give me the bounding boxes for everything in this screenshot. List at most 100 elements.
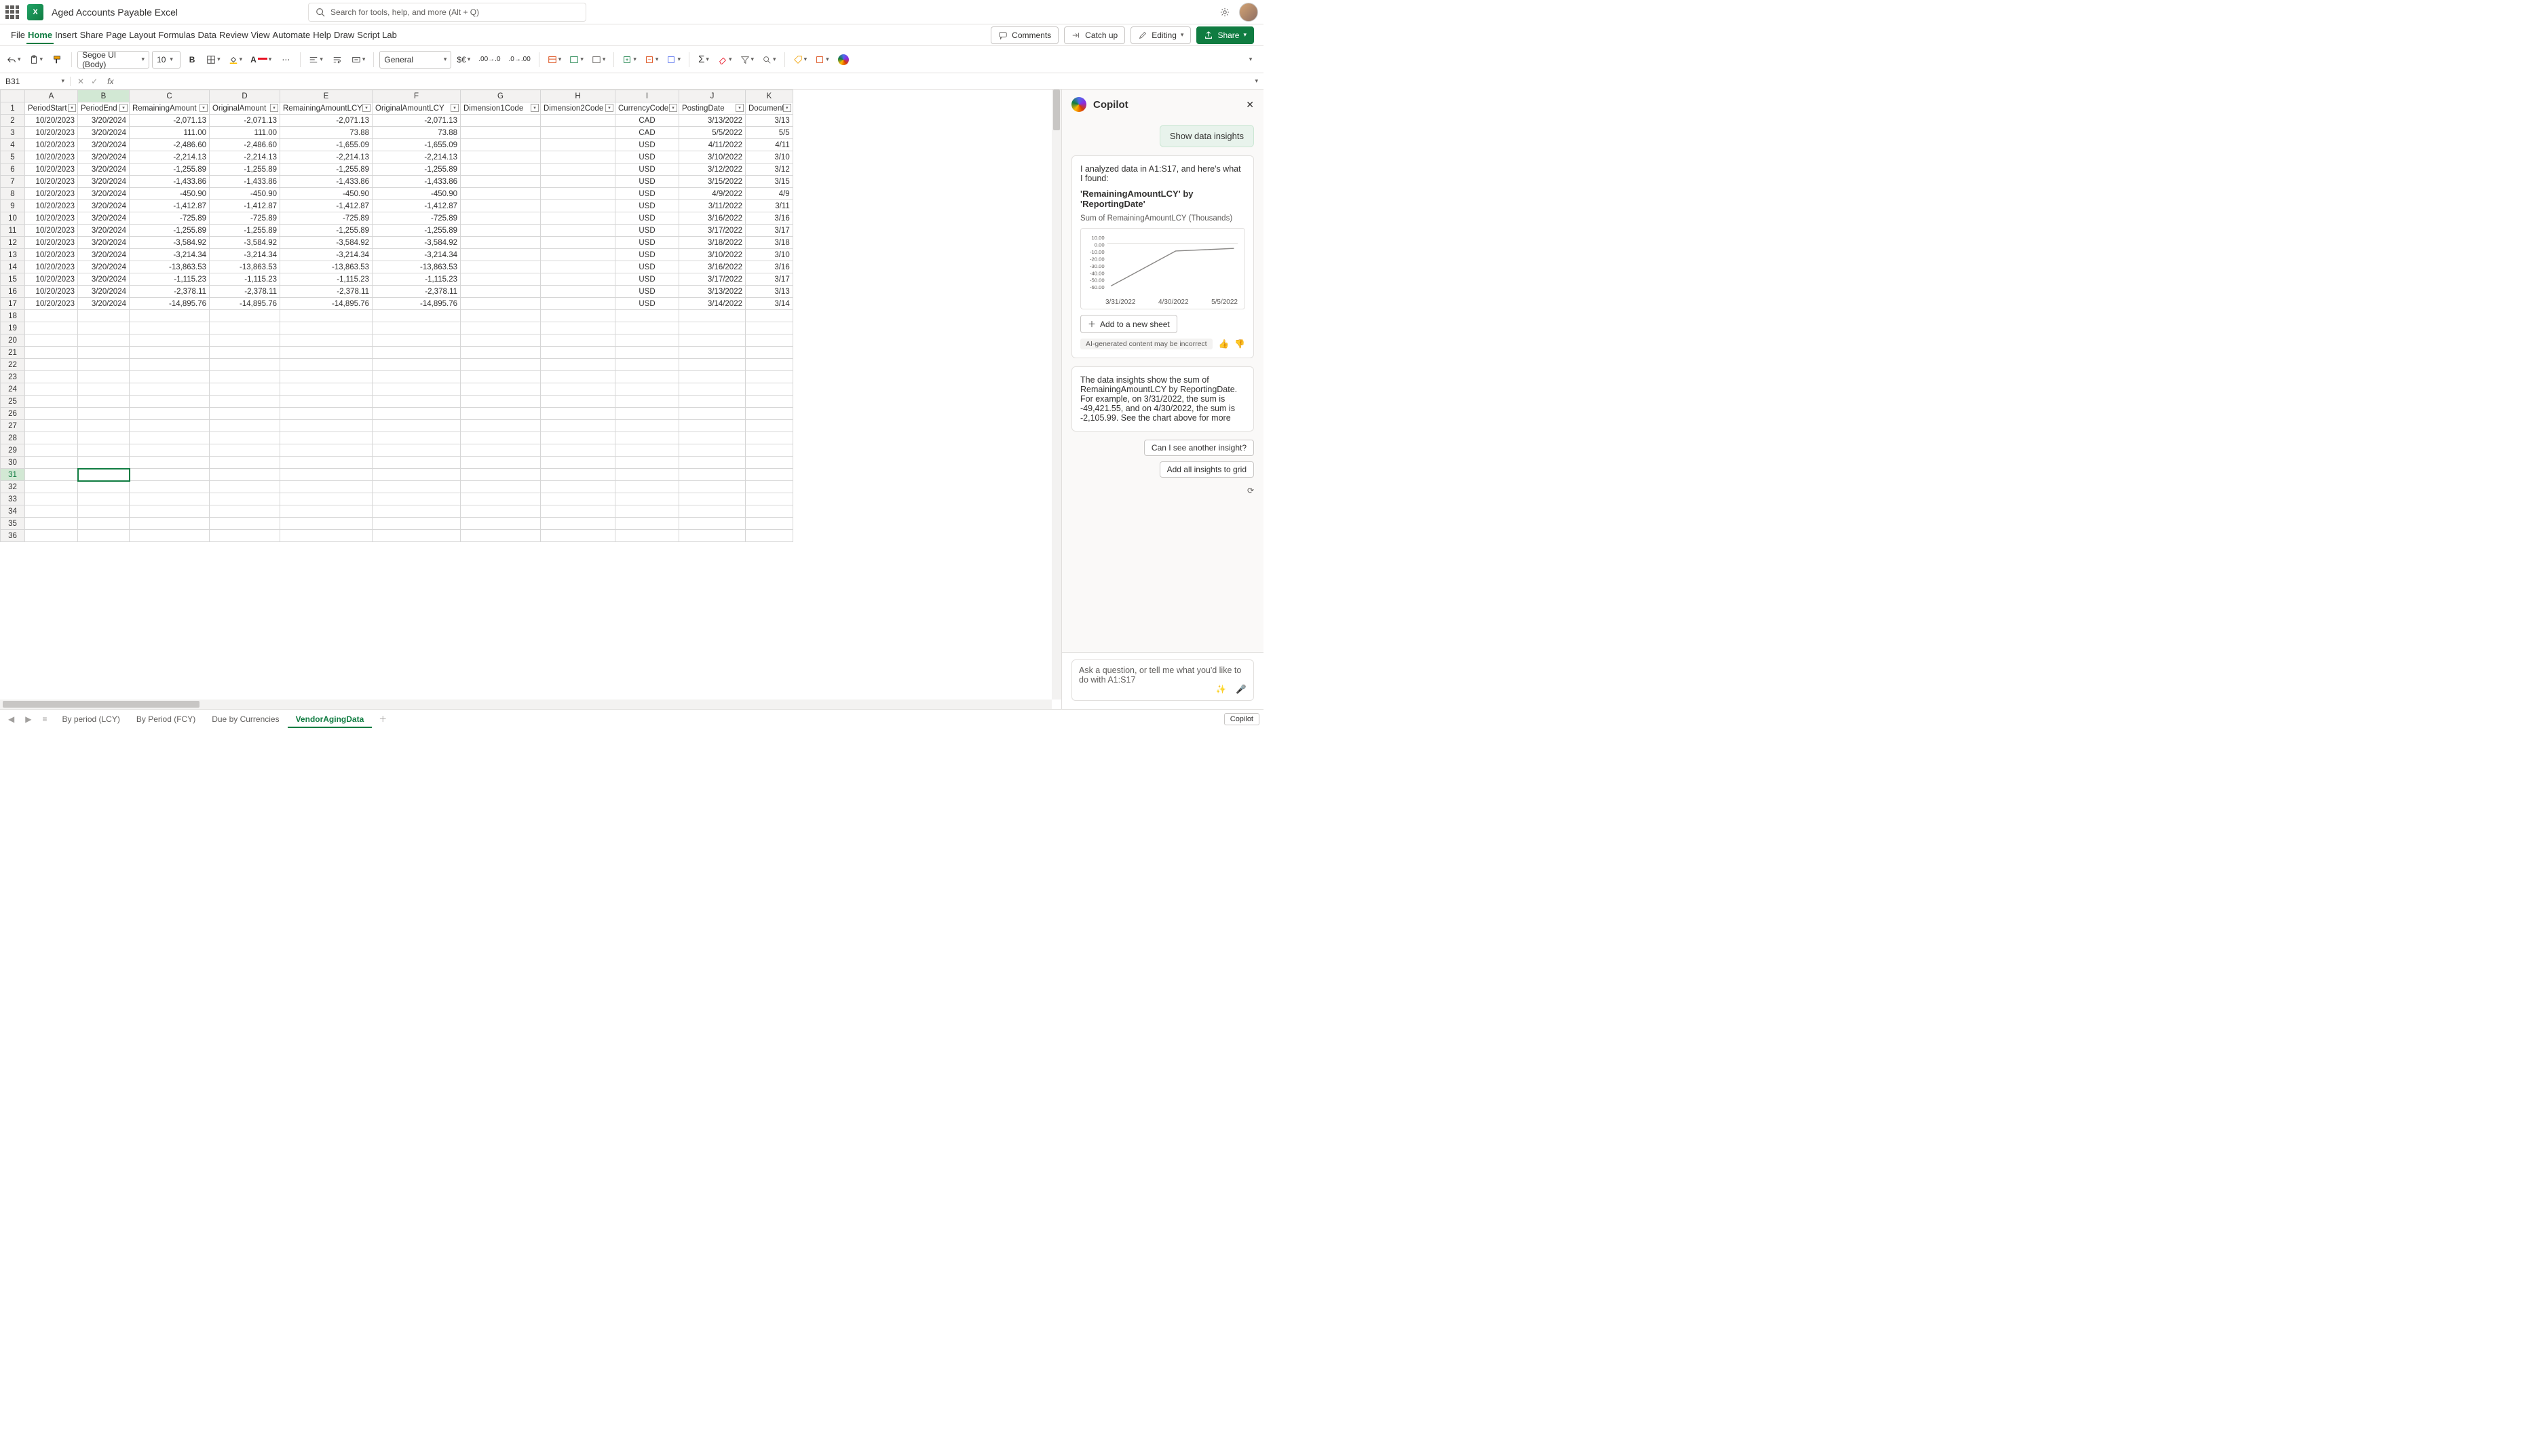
cell-K24[interactable]	[746, 383, 793, 396]
cell-E4[interactable]: -1,655.09	[280, 139, 373, 151]
cell-J29[interactable]	[679, 444, 746, 457]
cell-E11[interactable]: -1,255.89	[280, 225, 373, 237]
cell-D35[interactable]	[210, 518, 280, 530]
col-header-C[interactable]: C	[130, 90, 210, 102]
format-painter-button[interactable]	[48, 50, 66, 69]
row-header-31[interactable]: 31	[1, 469, 25, 481]
microphone-icon[interactable]: 🎤	[1236, 685, 1247, 695]
cell-A32[interactable]	[25, 481, 78, 493]
cell-F19[interactable]	[373, 322, 461, 334]
cell-B14[interactable]: 3/20/2024	[78, 261, 130, 273]
cell-F3[interactable]: 73.88	[373, 127, 461, 139]
cell-J7[interactable]: 3/15/2022	[679, 176, 746, 188]
catchup-button[interactable]: Catch up	[1064, 26, 1125, 44]
cell-J34[interactable]	[679, 505, 746, 518]
cell-A26[interactable]	[25, 408, 78, 420]
vertical-scrollbar[interactable]	[1052, 90, 1061, 700]
cell-J6[interactable]: 3/12/2022	[679, 164, 746, 176]
row-header-3[interactable]: 3	[1, 127, 25, 139]
cell-D31[interactable]	[210, 469, 280, 481]
cell-C6[interactable]: -1,255.89	[130, 164, 210, 176]
cell-A27[interactable]	[25, 420, 78, 432]
menu-script-lab[interactable]: Script Lab	[356, 27, 398, 43]
ribbon-expand-button[interactable]: ▾	[1242, 50, 1259, 69]
cell-F18[interactable]	[373, 310, 461, 322]
row-header-5[interactable]: 5	[1, 151, 25, 164]
cell-D10[interactable]: -725.89	[210, 212, 280, 225]
cell-B10[interactable]: 3/20/2024	[78, 212, 130, 225]
cell-B31[interactable]	[78, 469, 130, 481]
cell-H15[interactable]	[541, 273, 615, 286]
document-title[interactable]: Aged Accounts Payable Excel	[52, 7, 178, 18]
cell-A19[interactable]	[25, 322, 78, 334]
cell-G27[interactable]	[461, 420, 541, 432]
cell-K3[interactable]: 5/5	[746, 127, 793, 139]
editing-mode-button[interactable]: Editing▾	[1130, 26, 1191, 44]
row-header-1[interactable]: 1	[1, 102, 25, 115]
cell-H36[interactable]	[541, 530, 615, 542]
row-header-28[interactable]: 28	[1, 432, 25, 444]
cell-E27[interactable]	[280, 420, 373, 432]
cell-D24[interactable]	[210, 383, 280, 396]
cell-A3[interactable]: 10/20/2023	[25, 127, 78, 139]
cell-D25[interactable]	[210, 396, 280, 408]
cell-A16[interactable]: 10/20/2023	[25, 286, 78, 298]
name-box[interactable]: B31▾	[0, 77, 71, 86]
filter-icon[interactable]: ▾	[270, 104, 278, 112]
cell-E33[interactable]	[280, 493, 373, 505]
cell-K8[interactable]: 4/9	[746, 188, 793, 200]
cell-C9[interactable]: -1,412.87	[130, 200, 210, 212]
cell-C25[interactable]	[130, 396, 210, 408]
cell-E20[interactable]	[280, 334, 373, 347]
addins-button[interactable]: ▾	[812, 50, 832, 69]
cell-D17[interactable]: -14,895.76	[210, 298, 280, 310]
cell-I5[interactable]: USD	[615, 151, 679, 164]
cell-D30[interactable]	[210, 457, 280, 469]
copilot-status-badge[interactable]: Copilot	[1224, 713, 1259, 725]
sensitivity-button[interactable]: ▾	[791, 50, 810, 69]
row-header-6[interactable]: 6	[1, 164, 25, 176]
conditional-format-button[interactable]: ▾	[545, 50, 565, 69]
cell-D8[interactable]: -450.90	[210, 188, 280, 200]
cell-E22[interactable]	[280, 359, 373, 371]
cell-B36[interactable]	[78, 530, 130, 542]
cell-G17[interactable]	[461, 298, 541, 310]
cell-B2[interactable]: 3/20/2024	[78, 115, 130, 127]
scroll-thumb[interactable]	[3, 701, 200, 708]
table-header-cell[interactable]: DocumentD▾	[746, 102, 793, 115]
merge-button[interactable]: ▾	[349, 50, 368, 69]
cell-E36[interactable]	[280, 530, 373, 542]
cell-B26[interactable]	[78, 408, 130, 420]
cell-K15[interactable]: 3/17	[746, 273, 793, 286]
cell-D15[interactable]: -1,115.23	[210, 273, 280, 286]
cell-H12[interactable]	[541, 237, 615, 249]
cell-G9[interactable]	[461, 200, 541, 212]
cell-F12[interactable]: -3,584.92	[373, 237, 461, 249]
cell-C21[interactable]	[130, 347, 210, 359]
cell-K30[interactable]	[746, 457, 793, 469]
cell-F35[interactable]	[373, 518, 461, 530]
close-icon[interactable]: ✕	[1246, 99, 1254, 111]
cell-E6[interactable]: -1,255.89	[280, 164, 373, 176]
cell-G32[interactable]	[461, 481, 541, 493]
cell-I30[interactable]	[615, 457, 679, 469]
cell-K9[interactable]: 3/11	[746, 200, 793, 212]
col-header-I[interactable]: I	[615, 90, 679, 102]
cell-E15[interactable]: -1,115.23	[280, 273, 373, 286]
cell-A25[interactable]	[25, 396, 78, 408]
cell-A31[interactable]	[25, 469, 78, 481]
cell-D23[interactable]	[210, 371, 280, 383]
cell-K28[interactable]	[746, 432, 793, 444]
cell-E12[interactable]: -3,584.92	[280, 237, 373, 249]
row-header-8[interactable]: 8	[1, 188, 25, 200]
font-size-select[interactable]: 10▾	[152, 51, 180, 69]
cell-A30[interactable]	[25, 457, 78, 469]
cell-D16[interactable]: -2,378.11	[210, 286, 280, 298]
cell-C30[interactable]	[130, 457, 210, 469]
cell-B13[interactable]: 3/20/2024	[78, 249, 130, 261]
cell-G13[interactable]	[461, 249, 541, 261]
cell-G16[interactable]	[461, 286, 541, 298]
add-to-sheet-button[interactable]: ＋Add to a new sheet	[1080, 315, 1177, 333]
cell-H24[interactable]	[541, 383, 615, 396]
cell-B28[interactable]	[78, 432, 130, 444]
